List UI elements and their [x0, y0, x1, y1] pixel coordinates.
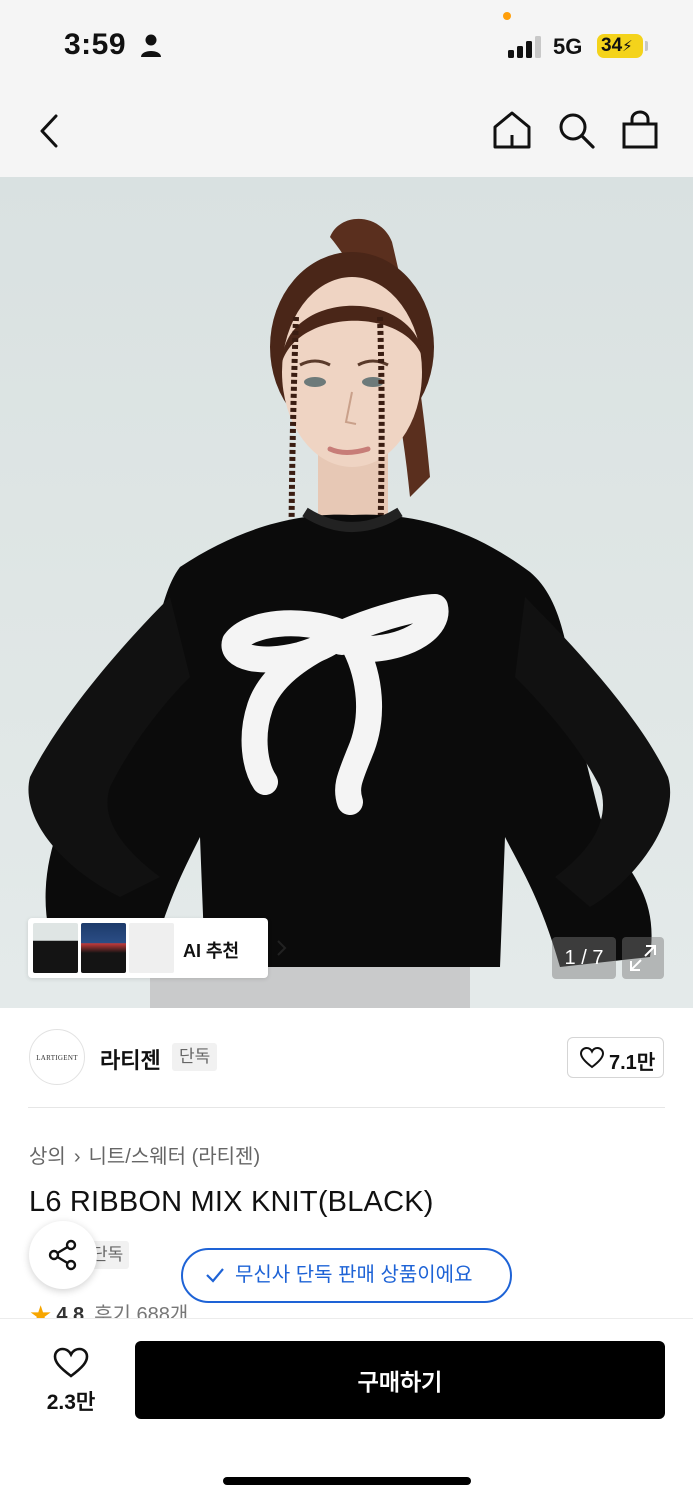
bottom-action-bar: 2.3만 구매하기 — [0, 1318, 693, 1500]
battery-nub — [645, 41, 648, 51]
status-bar: 3:59 5G 34⚡ — [0, 0, 693, 92]
exclusive-toast: 무신사 단독 판매 상품이에요 — [181, 1248, 512, 1303]
divider — [28, 1107, 665, 1108]
product-like-button[interactable]: 2.3만 — [40, 1347, 102, 1414]
expand-image-button[interactable] — [622, 937, 664, 979]
shopping-bag-icon[interactable] — [620, 110, 660, 150]
battery-level: 34 — [601, 35, 623, 56]
battery-icon: 34⚡ — [597, 34, 643, 58]
breadcrumb-item-category[interactable]: 상의 — [29, 1140, 66, 1169]
top-navigation — [0, 92, 693, 177]
breadcrumb: 상의 › 니트/스웨터 (라티젠) — [29, 1140, 260, 1169]
signal-icon — [508, 36, 541, 58]
brand-like-button[interactable]: 7.1만 — [567, 1037, 664, 1078]
star-icon: ★ — [29, 1300, 53, 1318]
expand-icon — [630, 945, 656, 971]
ai-recommend-label: AI 추천 — [183, 941, 240, 961]
check-icon — [206, 1268, 224, 1283]
search-icon[interactable] — [556, 110, 596, 150]
buy-button[interactable]: 구매하기 — [135, 1341, 665, 1419]
product-image-carousel[interactable]: AI 추천 1 / 7 — [0, 177, 693, 1008]
share-button[interactable] — [29, 1221, 97, 1289]
home-indicator — [223, 1477, 471, 1485]
product-title: L6 RIBBON MIX KNIT(BLACK) — [29, 1186, 434, 1218]
brand-name[interactable]: 라티젠 — [100, 1043, 161, 1075]
heart-icon — [580, 1047, 604, 1069]
product-photo — [28, 218, 671, 1008]
charging-bolt-icon: ⚡ — [622, 38, 633, 55]
brand-like-count: 7.1만 — [609, 1052, 656, 1074]
heart-icon — [53, 1347, 89, 1378]
chevron-right-icon — [277, 940, 287, 956]
status-time: 3:59 — [64, 28, 127, 61]
recommend-thumbnail-1[interactable] — [33, 923, 78, 973]
ai-recommend-strip[interactable]: AI 추천 — [28, 918, 287, 978]
breadcrumb-item-subcategory[interactable]: 니트/스웨터 (라티젠) — [88, 1140, 260, 1169]
rating-score: 4.8 — [56, 1304, 85, 1318]
person-icon — [141, 34, 161, 57]
image-pager: 1 / 7 — [552, 937, 616, 979]
exclusive-toast-text: 무신사 단독 판매 상품이에요 — [235, 1264, 473, 1286]
recommend-thumbnail-3[interactable] — [129, 923, 174, 973]
privacy-indicator-dot — [503, 12, 511, 20]
chevron-right-icon: › — [73, 1146, 81, 1168]
home-icon[interactable] — [492, 110, 532, 150]
back-arrow-icon[interactable] — [30, 111, 70, 151]
product-like-count: 2.3만 — [46, 1391, 96, 1414]
exclusive-badge: 단독 — [172, 1043, 218, 1071]
network-type: 5G — [553, 34, 583, 59]
recommend-thumbnail-2[interactable] — [81, 923, 126, 973]
brand-logo[interactable]: LARTIGENT — [29, 1029, 85, 1085]
share-icon — [48, 1239, 77, 1271]
review-count[interactable]: 후기 688개 — [94, 1304, 188, 1318]
